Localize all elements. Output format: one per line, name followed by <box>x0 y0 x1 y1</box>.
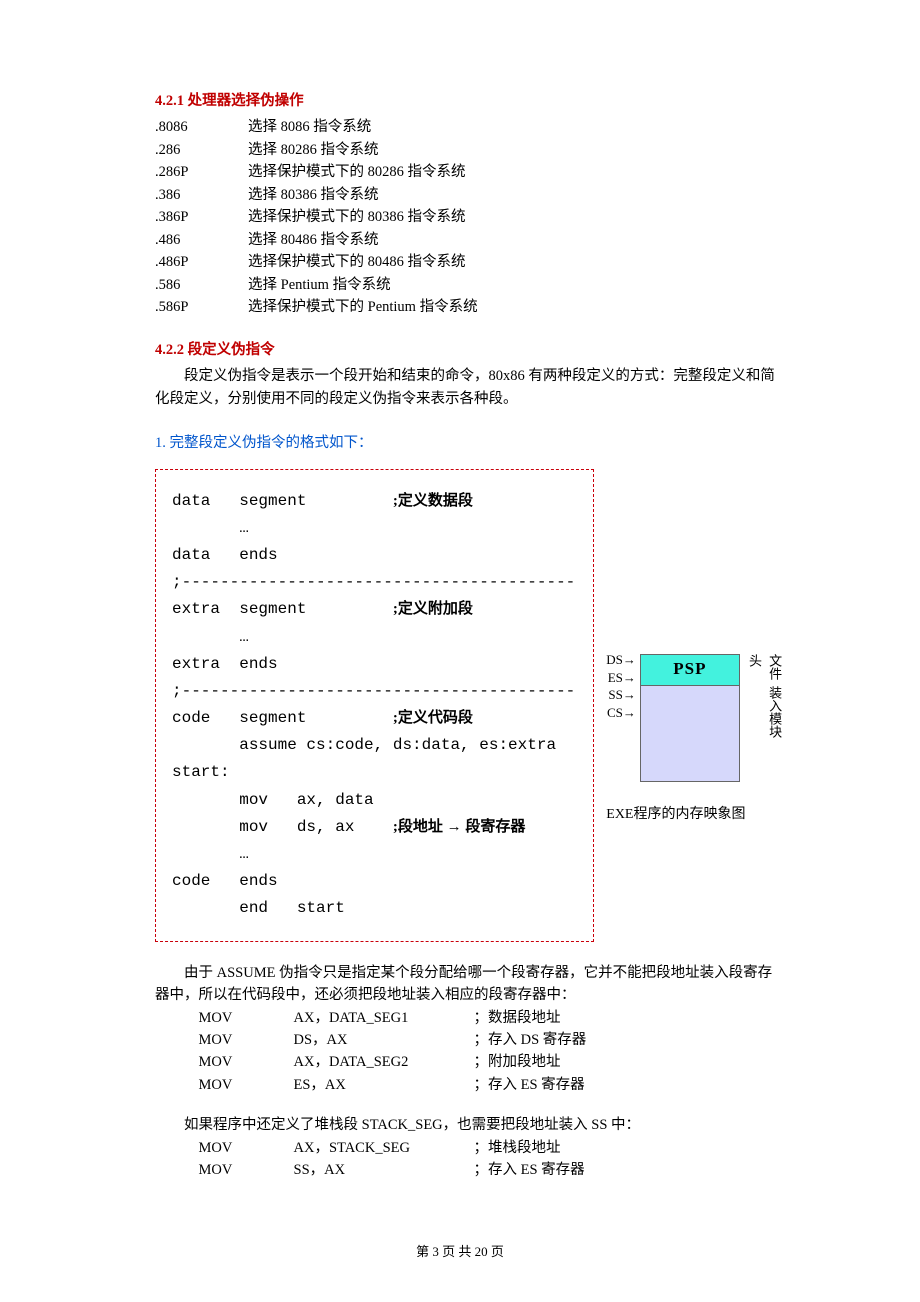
stack-seg-note: 如果程序中还定义了堆栈段 STACK_SEG，也需要把段地址装入 SS 中： <box>155 1114 775 1136</box>
directive-row: .386选择 80386 指令系统 <box>155 184 496 206</box>
segment-register-labels: DS→ ES→ SS→ CS→ <box>606 651 636 723</box>
section-4-2-1-title: 4.2.1 处理器选择伪操作 <box>155 90 775 112</box>
directive-name: .386P <box>155 206 248 228</box>
section-4-2-2-title: 4.2.2 段定义伪指令 <box>155 339 775 361</box>
directive-row: .286P选择保护模式下的 80286 指令系统 <box>155 161 496 183</box>
code-example: data segment ;定义数据段 … data ends ;-------… <box>155 469 594 942</box>
operands: AX，DATA_SEG1 <box>294 1007 474 1029</box>
mnemonic: MOV <box>199 1007 294 1029</box>
memory-diagram: DS→ ES→ SS→ CS→ PSP 文件头 装入模块 EXE程序的内存映象图 <box>606 654 784 826</box>
psp-block: PSP <box>641 655 739 686</box>
operands: AX，DATA_SEG2 <box>294 1051 474 1073</box>
es-label: ES→ <box>606 669 636 687</box>
directive-table: .8086选择 8086 指令系统.286选择 80286 指令系统.286P选… <box>155 116 496 318</box>
memory-diagram-body: DS→ ES→ SS→ CS→ PSP 文件头 装入模块 <box>606 654 784 782</box>
assume-explanation: 由于 ASSUME 伪指令只是指定某个段分配给哪一个段寄存器，它并不能把段地址装… <box>155 962 775 1007</box>
comment: ；附加段地址 <box>474 1051 587 1073</box>
directive-name: .286P <box>155 161 248 183</box>
directive-desc: 选择 80286 指令系统 <box>248 139 496 161</box>
comment: ；存入 ES 寄存器 <box>474 1074 587 1096</box>
comment: ；存入 DS 寄存器 <box>474 1029 587 1051</box>
directive-name: .486P <box>155 251 248 273</box>
instruction-table-2: MOVAX，STACK_SEG；堆栈段地址MOVSS，AX；存入 ES 寄存器 <box>199 1137 585 1182</box>
instruction-table-1: MOVAX，DATA_SEG1；数据段地址MOVDS，AX；存入 DS 寄存器M… <box>199 1007 587 1097</box>
comment: ；数据段地址 <box>474 1007 587 1029</box>
directive-name: .486 <box>155 229 248 251</box>
ds-label: DS→ <box>606 651 636 669</box>
instruction-row: MOVAX，DATA_SEG2；附加段地址 <box>199 1051 587 1073</box>
directive-name: .8086 <box>155 116 248 138</box>
mnemonic: MOV <box>199 1051 294 1073</box>
mnemonic: MOV <box>199 1137 294 1159</box>
instruction-row: MOVAX，DATA_SEG1；数据段地址 <box>199 1007 587 1029</box>
comment: ；堆栈段地址 <box>474 1137 585 1159</box>
figure-row: data segment ;定义数据段 … data ends ;-------… <box>155 469 775 942</box>
page-number: 第 3 页 共 20 页 <box>0 1242 920 1262</box>
directive-name: .586P <box>155 296 248 318</box>
directive-desc: 选择 8086 指令系统 <box>248 116 496 138</box>
directive-row: .586选择 Pentium 指令系统 <box>155 274 496 296</box>
directive-name: .286 <box>155 139 248 161</box>
directive-desc: 选择保护模式下的 Pentium 指令系统 <box>248 296 496 318</box>
module-block <box>641 686 739 781</box>
cs-label: CS→ <box>606 704 636 722</box>
directive-desc: 选择 Pentium 指令系统 <box>248 274 496 296</box>
directive-row: .486选择 80486 指令系统 <box>155 229 496 251</box>
right-labels: 文件头 装入模块 <box>744 654 784 781</box>
directive-desc: 选择 80486 指令系统 <box>248 229 496 251</box>
page: 4.2.1 处理器选择伪操作 .8086选择 8086 指令系统.286选择 8… <box>0 0 920 1302</box>
directive-desc: 选择保护模式下的 80286 指令系统 <box>248 161 496 183</box>
directive-desc: 选择 80386 指令系统 <box>248 184 496 206</box>
mnemonic: MOV <box>199 1074 294 1096</box>
instruction-row: MOVSS，AX；存入 ES 寄存器 <box>199 1159 585 1181</box>
directive-row: .386P选择保护模式下的 80386 指令系统 <box>155 206 496 228</box>
ss-label: SS→ <box>606 686 636 704</box>
instruction-row: MOVAX，STACK_SEG；堆栈段地址 <box>199 1137 585 1159</box>
directive-name: .386 <box>155 184 248 206</box>
directive-name: .586 <box>155 274 248 296</box>
instruction-row: MOVES，AX；存入 ES 寄存器 <box>199 1074 587 1096</box>
operands: DS，AX <box>294 1029 474 1051</box>
directive-desc: 选择保护模式下的 80386 指令系统 <box>248 206 496 228</box>
memory-diagram-caption: EXE程序的内存映象图 <box>606 804 784 826</box>
operands: ES，AX <box>294 1074 474 1096</box>
comment: ；存入 ES 寄存器 <box>474 1159 585 1181</box>
directive-row: .286选择 80286 指令系统 <box>155 139 496 161</box>
memory-blocks: PSP <box>640 654 740 782</box>
operands: AX，STACK_SEG <box>294 1137 474 1159</box>
instruction-row: MOVDS，AX；存入 DS 寄存器 <box>199 1029 587 1051</box>
directive-row: .586P选择保护模式下的 Pentium 指令系统 <box>155 296 496 318</box>
directive-desc: 选择保护模式下的 80486 指令系统 <box>248 251 496 273</box>
mnemonic: MOV <box>199 1029 294 1051</box>
operands: SS，AX <box>294 1159 474 1181</box>
directive-row: .8086选择 8086 指令系统 <box>155 116 496 138</box>
mnemonic: MOV <box>199 1159 294 1181</box>
directive-row: .486P选择保护模式下的 80486 指令系统 <box>155 251 496 273</box>
file-header-label: 文件头 <box>744 654 784 686</box>
section-4-2-2-intro: 段定义伪指令是表示一个段开始和结束的命令，80x86 有两种段定义的方式：完整段… <box>155 365 775 410</box>
subsection-1-title: 1. 完整段定义伪指令的格式如下： <box>155 432 775 454</box>
load-module-label: 装入模块 <box>744 686 784 781</box>
